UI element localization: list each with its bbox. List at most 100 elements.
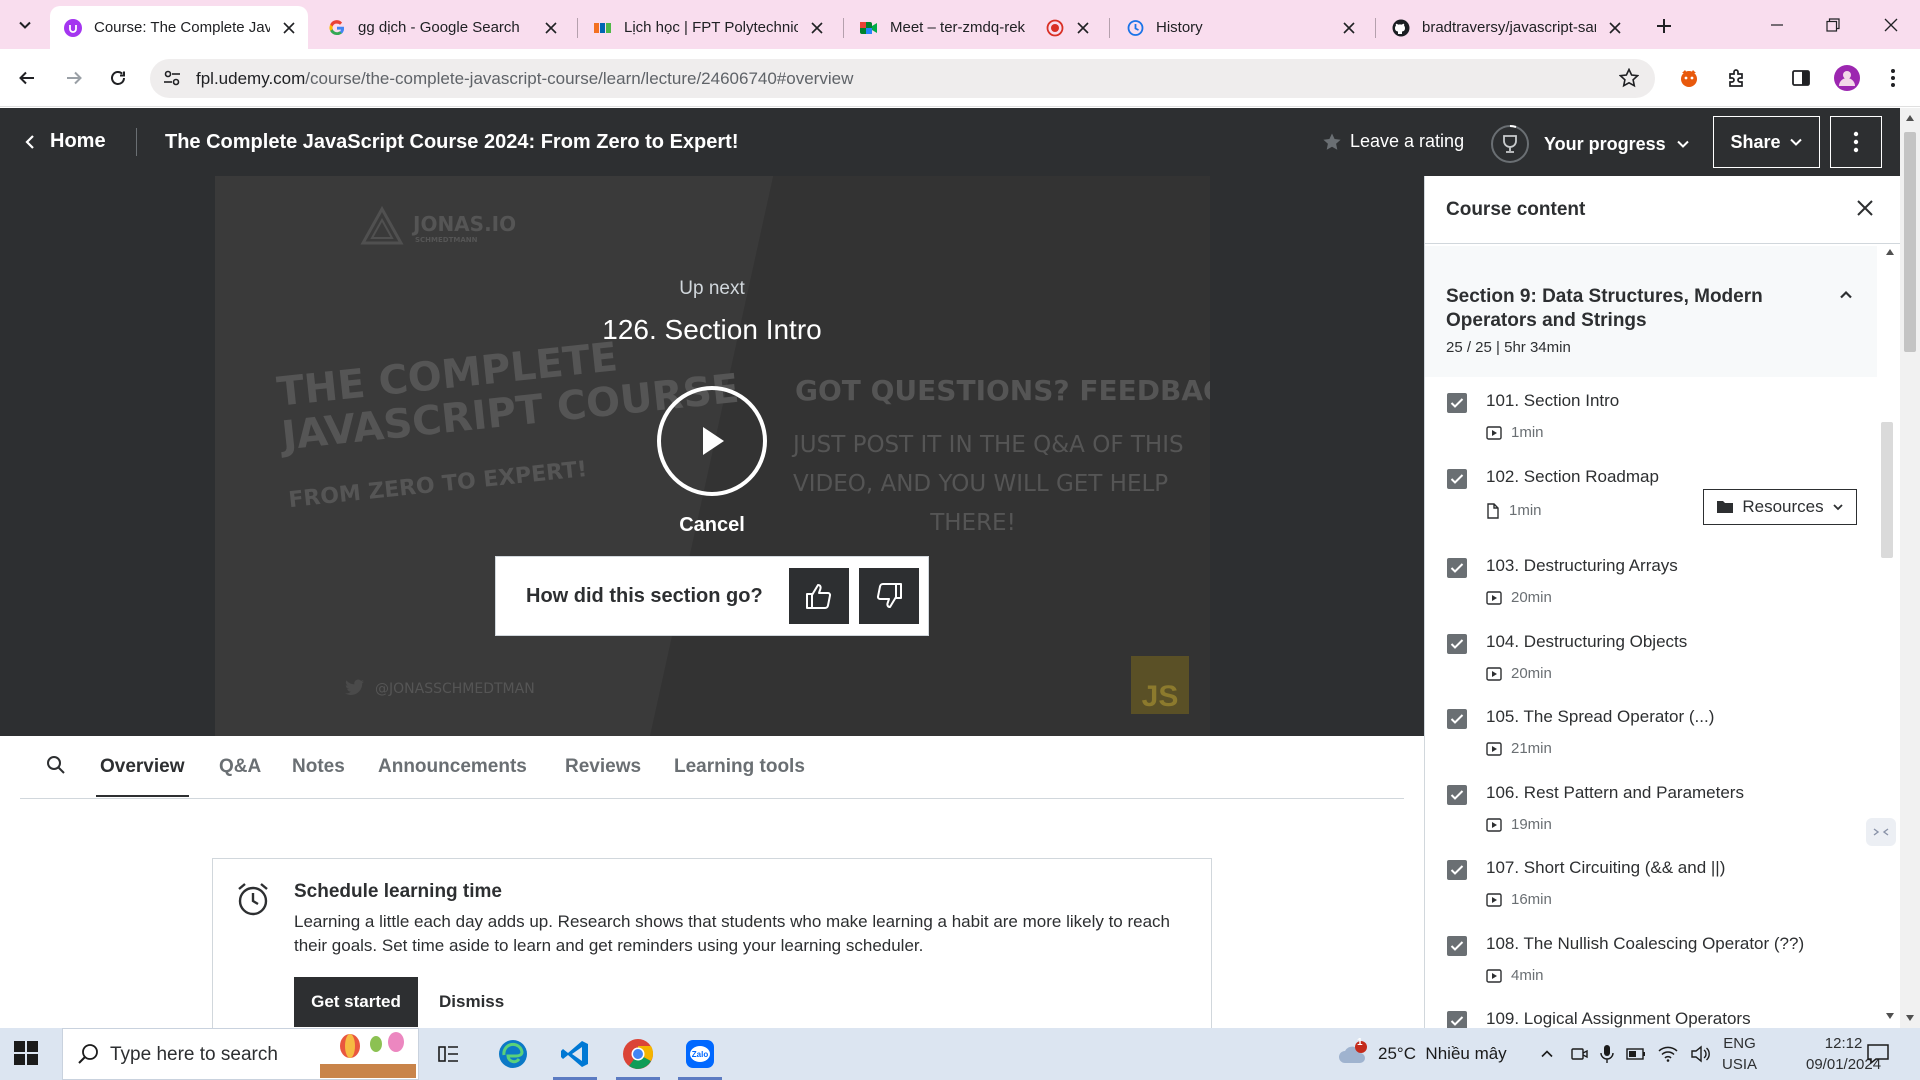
lecture-item[interactable]: 103. Destructuring Arrays 20min xyxy=(1425,552,1877,622)
lecture-item[interactable]: 104. Destructuring Objects 20min xyxy=(1425,628,1877,698)
cancel-autoplay-button[interactable]: Cancel xyxy=(0,514,1424,537)
task-view-button[interactable] xyxy=(420,1028,480,1080)
next-lecture-title[interactable]: 126. Section Intro xyxy=(0,314,1424,346)
windows-start-icon[interactable] xyxy=(14,1041,38,1065)
get-started-button[interactable]: Get started xyxy=(294,977,418,1027)
browser-menu-button[interactable] xyxy=(1878,63,1908,93)
bookmark-star-icon[interactable] xyxy=(1619,68,1639,88)
zalo-app-button[interactable]: Zalo xyxy=(670,1028,730,1080)
lecture-checkbox[interactable] xyxy=(1447,1011,1467,1028)
lecture-checkbox[interactable] xyxy=(1447,860,1467,880)
chrome-app-button[interactable] xyxy=(608,1028,668,1080)
side-panel-button[interactable] xyxy=(1786,63,1816,93)
extension-fox-button[interactable] xyxy=(1674,63,1704,93)
resources-dropdown[interactable]: Resources xyxy=(1703,489,1857,525)
lecture-checkbox[interactable] xyxy=(1447,634,1467,654)
lecture-item[interactable]: 101. Section Intro 1min xyxy=(1425,387,1877,457)
scroll-up-arrow-icon[interactable] xyxy=(1885,248,1895,256)
close-tab-icon[interactable] xyxy=(1340,19,1358,37)
chevron-up-icon[interactable] xyxy=(1540,1047,1554,1061)
lecture-checkbox[interactable] xyxy=(1447,558,1467,578)
tab-overview[interactable]: Overview xyxy=(96,756,188,797)
tab-qa[interactable]: Q&A xyxy=(219,756,261,778)
file-icon xyxy=(1487,502,1499,519)
more-options-button[interactable] xyxy=(1830,116,1882,168)
tab-announcements[interactable]: Announcements xyxy=(378,756,527,778)
thumbs-down-button[interactable] xyxy=(859,568,919,624)
close-sidebar-icon[interactable] xyxy=(1855,198,1875,218)
close-window-button[interactable] xyxy=(1876,10,1906,40)
tab-google-search[interactable]: gg dịch - Google Search xyxy=(314,6,570,49)
meet-now-icon[interactable] xyxy=(1570,1045,1588,1063)
edge-app-button[interactable] xyxy=(483,1028,543,1080)
lecture-item[interactable]: 108. The Nullish Coalescing Operator (??… xyxy=(1425,930,1877,1000)
extensions-button[interactable] xyxy=(1722,63,1752,93)
reload-button[interactable] xyxy=(103,63,133,93)
lecture-item[interactable]: 109. Logical Assignment Operators xyxy=(1425,1005,1877,1028)
checkmark-icon xyxy=(1450,398,1464,408)
notifications-icon[interactable] xyxy=(1866,1043,1890,1065)
address-bar[interactable]: fpl.udemy.com/course/the-complete-javasc… xyxy=(150,59,1655,98)
battery-icon[interactable] xyxy=(1626,1047,1646,1061)
close-tab-icon[interactable] xyxy=(1074,19,1092,37)
lecture-item[interactable]: 106. Rest Pattern and Parameters 19min xyxy=(1425,779,1877,849)
weather-widget[interactable]: 1 25°C Nhiều mây xyxy=(1338,1028,1507,1080)
tab-udemy-course[interactable]: Course: The Complete Java xyxy=(50,6,308,49)
svg-text:Zalo: Zalo xyxy=(692,1050,709,1059)
speaker-icon[interactable] xyxy=(1690,1045,1710,1063)
tab-google-meet[interactable]: Meet – ter-zmdq-rek xyxy=(846,6,1102,49)
input-language-indicator[interactable]: ENG USIA xyxy=(1722,1033,1757,1075)
restore-button[interactable] xyxy=(1818,10,1848,40)
tab-github[interactable]: bradtraversy/javascript-san xyxy=(1378,6,1634,49)
back-button[interactable] xyxy=(12,63,42,93)
checkmark-icon xyxy=(1450,941,1464,951)
course-title[interactable]: The Complete JavaScript Course 2024: Fro… xyxy=(165,131,739,154)
site-settings-icon[interactable] xyxy=(162,68,182,88)
vscode-app-button[interactable] xyxy=(545,1028,605,1080)
page-scrollbar[interactable] xyxy=(1900,108,1920,1028)
floating-side-widget[interactable] xyxy=(1866,818,1896,846)
page-scrollbar-thumb[interactable] xyxy=(1904,132,1916,352)
lecture-item[interactable]: 105. The Spread Operator (...) 21min xyxy=(1425,703,1877,773)
lecture-checkbox[interactable] xyxy=(1447,785,1467,805)
microphone-icon[interactable] xyxy=(1600,1044,1614,1064)
lecture-item[interactable]: 107. Short Circuiting (&& and ||) 16min xyxy=(1425,854,1877,924)
lecture-checkbox[interactable] xyxy=(1447,936,1467,956)
scroll-down-arrow-icon[interactable] xyxy=(1885,1012,1895,1020)
github-favicon-icon xyxy=(1392,19,1410,37)
section-header[interactable]: Section 9: Data Structures, Modern Opera… xyxy=(1425,246,1877,377)
tab-notes[interactable]: Notes xyxy=(292,756,345,778)
lecture-checkbox[interactable] xyxy=(1447,469,1467,489)
tab-search-button[interactable] xyxy=(10,11,40,39)
close-tab-icon[interactable] xyxy=(1606,19,1624,37)
lecture-checkbox[interactable] xyxy=(1447,709,1467,729)
close-tab-icon[interactable] xyxy=(808,19,826,37)
progress-button[interactable]: Your progress xyxy=(1490,124,1690,164)
home-link[interactable]: Home xyxy=(24,130,106,153)
dismiss-button[interactable]: Dismiss xyxy=(439,992,504,1012)
tab-reviews[interactable]: Reviews xyxy=(565,756,641,778)
lecture-checkbox[interactable] xyxy=(1447,393,1467,413)
play-next-button[interactable] xyxy=(657,386,767,496)
close-tab-icon[interactable] xyxy=(542,19,560,37)
wifi-icon[interactable] xyxy=(1658,1046,1678,1062)
scroll-down-arrow-icon[interactable] xyxy=(1905,1014,1915,1022)
tab-fpt-schedule[interactable]: Lịch học | FPT Polytechnic xyxy=(580,6,836,49)
chevron-up-icon[interactable] xyxy=(1839,288,1853,302)
tab-history[interactable]: History xyxy=(1112,6,1368,49)
leave-rating-button[interactable]: Leave a rating xyxy=(1322,131,1464,152)
lecture-item[interactable]: 102. Section Roadmap 1min Resources xyxy=(1425,463,1877,533)
profile-button[interactable] xyxy=(1832,63,1862,93)
scroll-up-arrow-icon[interactable] xyxy=(1905,114,1915,122)
tab-learning-tools[interactable]: Learning tools xyxy=(674,756,805,778)
minimize-button[interactable] xyxy=(1762,10,1792,40)
share-button[interactable]: Share xyxy=(1713,116,1820,168)
thumbs-up-button[interactable] xyxy=(789,568,849,624)
new-tab-button[interactable] xyxy=(1651,13,1677,39)
reload-icon xyxy=(111,71,125,85)
close-tab-icon[interactable] xyxy=(280,19,298,37)
sidebar-scrollbar-thumb[interactable] xyxy=(1881,422,1893,558)
forward-button[interactable] xyxy=(59,63,89,93)
search-icon[interactable] xyxy=(46,755,66,775)
video-player[interactable]: JONAS.IO SCHMEDTMANN THE COMPLETE JAVASC… xyxy=(0,176,1424,736)
